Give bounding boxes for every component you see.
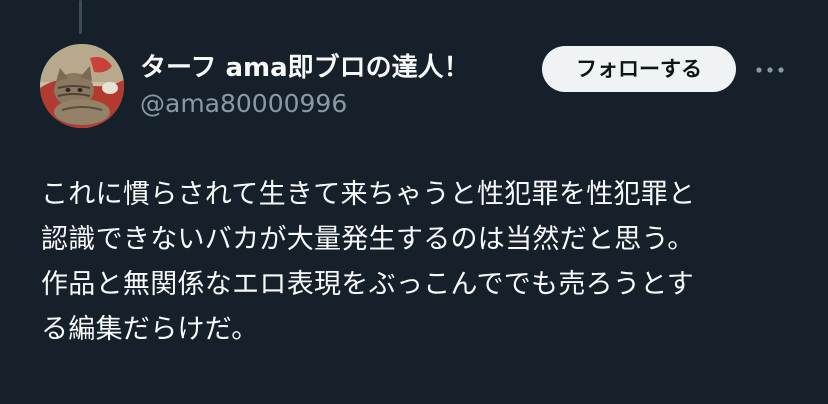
author-handle[interactable]: @ama80000996 xyxy=(140,87,347,121)
thread-connector-line xyxy=(79,0,82,34)
follow-button[interactable]: フォローする xyxy=(542,46,736,92)
avatar[interactable] xyxy=(40,44,124,128)
more-dots-icon xyxy=(756,67,784,73)
tweet-text: これに慣らされて生きて来ちゃうと性犯罪を性犯罪と 認識できないバカが大量発生する… xyxy=(41,179,696,345)
more-options-button[interactable] xyxy=(752,56,788,84)
author-display-name[interactable]: ターフ ama即ブロの達人！ xyxy=(140,50,470,86)
cat-avatar-icon xyxy=(40,44,124,128)
